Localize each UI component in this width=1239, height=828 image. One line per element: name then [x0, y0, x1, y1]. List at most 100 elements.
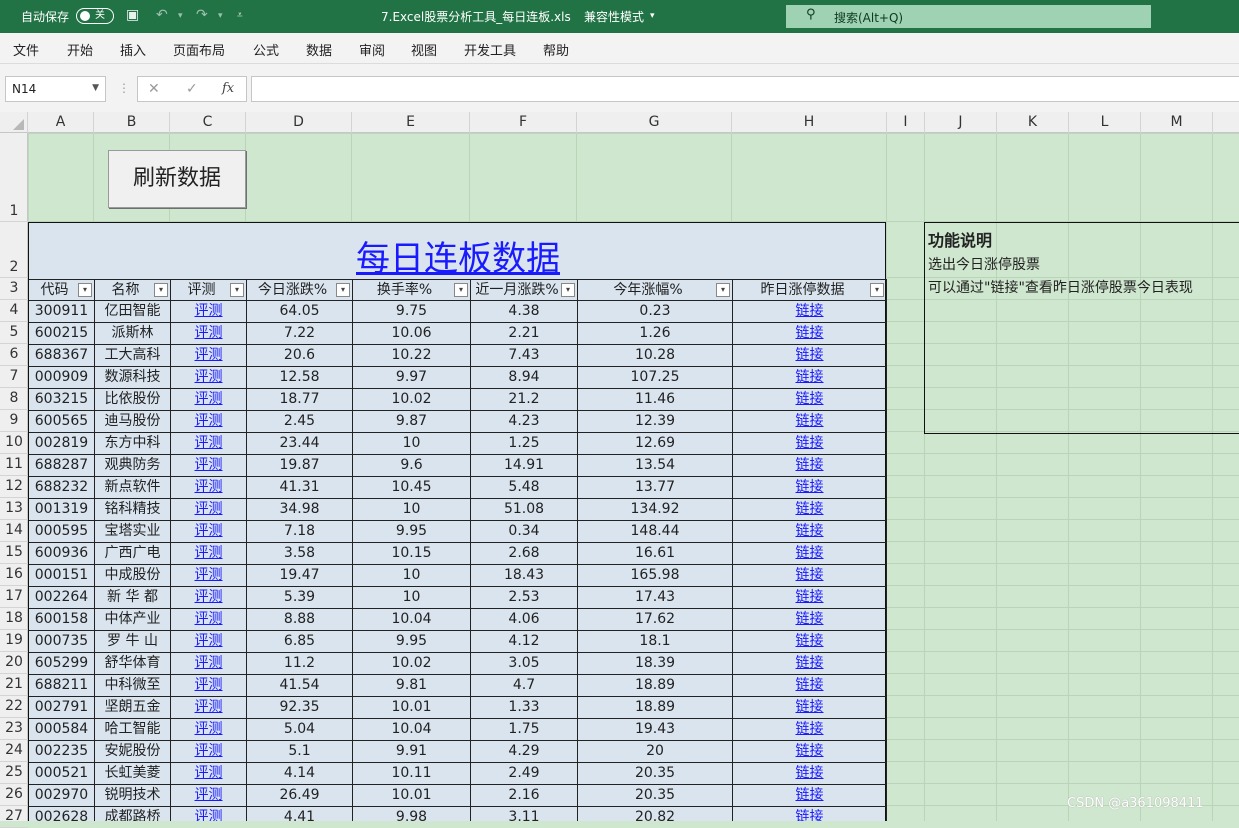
column-header-c[interactable]: C: [170, 112, 246, 133]
column-header-e[interactable]: E: [352, 112, 470, 133]
eval-link[interactable]: 评测: [195, 501, 223, 517]
row-header-4[interactable]: 4: [0, 300, 28, 322]
column-header-i[interactable]: I: [887, 112, 925, 133]
yesterday-link[interactable]: 链接: [796, 655, 824, 671]
eval-link[interactable]: 评测: [195, 765, 223, 781]
row-header-7[interactable]: 7: [0, 366, 28, 388]
menu-help[interactable]: 帮助: [543, 40, 569, 59]
row-header-20[interactable]: 20: [0, 652, 28, 674]
yesterday-link[interactable]: 链接: [796, 809, 824, 821]
eval-link[interactable]: 评测: [195, 787, 223, 803]
eval-link[interactable]: 评测: [195, 413, 223, 429]
row-header-5[interactable]: 5: [0, 322, 28, 344]
row-header-8[interactable]: 8: [0, 388, 28, 410]
eval-link[interactable]: 评测: [195, 303, 223, 319]
eval-link[interactable]: 评测: [195, 589, 223, 605]
row-header-26[interactable]: 26: [0, 784, 28, 806]
column-header-g[interactable]: G: [577, 112, 732, 133]
formula-input[interactable]: [251, 76, 1239, 102]
redo-icon[interactable]: ↷: [196, 7, 208, 23]
column-header-a[interactable]: A: [28, 112, 94, 133]
yesterday-link[interactable]: 链接: [796, 457, 824, 473]
column-header-d[interactable]: D: [246, 112, 352, 133]
menu-page-layout[interactable]: 页面布局: [173, 40, 225, 59]
eval-link[interactable]: 评测: [195, 457, 223, 473]
filter-dropdown-icon[interactable]: ▾: [561, 283, 575, 297]
compat-mode[interactable]: 兼容性模式: [584, 8, 644, 25]
customize-toolbar-icon[interactable]: ⩡: [237, 10, 243, 21]
eval-link[interactable]: 评测: [195, 325, 223, 341]
row-header-10[interactable]: 10: [0, 432, 28, 454]
menu-data[interactable]: 数据: [306, 40, 332, 59]
row-header-2[interactable]: 2: [0, 222, 28, 278]
yesterday-link[interactable]: 链接: [796, 347, 824, 363]
eval-link[interactable]: 评测: [195, 743, 223, 759]
worksheet-grid[interactable]: 刷新数据 每日连板数据 代码 ▾ 名称 ▾ 评测 ▾ 今日涨跌% ▾ 换手率% ▾ 近一月涨跌% ▾ 今…: [28, 133, 1239, 821]
row-header-15[interactable]: 15: [0, 542, 28, 564]
chevron-down-icon[interactable]: ▾: [650, 11, 655, 21]
yesterday-link[interactable]: 链接: [796, 325, 824, 341]
yesterday-link[interactable]: 链接: [796, 721, 824, 737]
eval-link[interactable]: 评测: [195, 369, 223, 385]
row-header-11[interactable]: 11: [0, 454, 28, 476]
yesterday-link[interactable]: 链接: [796, 303, 824, 319]
cancel-icon[interactable]: ✕: [148, 81, 160, 97]
table-title[interactable]: 每日连板数据: [29, 223, 887, 279]
filter-dropdown-icon[interactable]: ▾: [870, 283, 884, 297]
eval-link[interactable]: 评测: [195, 545, 223, 561]
row-header-27[interactable]: 27: [0, 806, 28, 828]
name-box[interactable]: N14 ▼: [5, 76, 106, 102]
yesterday-link[interactable]: 链接: [796, 523, 824, 539]
eval-link[interactable]: 评测: [195, 611, 223, 627]
undo-icon[interactable]: ↶: [156, 7, 168, 23]
menu-view[interactable]: 视图: [411, 40, 437, 59]
row-header-3[interactable]: 3: [0, 278, 28, 300]
menu-insert[interactable]: 插入: [120, 40, 146, 59]
row-header-22[interactable]: 22: [0, 696, 28, 718]
yesterday-link[interactable]: 链接: [796, 435, 824, 451]
autosave-toggle[interactable]: 关: [76, 8, 114, 24]
eval-link[interactable]: 评测: [195, 567, 223, 583]
row-header-24[interactable]: 24: [0, 740, 28, 762]
column-header-f[interactable]: F: [470, 112, 577, 133]
chevron-down-icon[interactable]: ▼: [92, 83, 99, 93]
insert-function-icon[interactable]: fx: [222, 81, 234, 96]
search-box[interactable]: ⚲ 搜索(Alt+Q): [786, 5, 1151, 28]
column-header-h[interactable]: H: [732, 112, 887, 133]
yesterday-link[interactable]: 链接: [796, 369, 824, 385]
yesterday-link[interactable]: 链接: [796, 545, 824, 561]
row-header-18[interactable]: 18: [0, 608, 28, 630]
menu-formulas[interactable]: 公式: [253, 40, 279, 59]
row-header-1[interactable]: 1: [0, 133, 28, 222]
yesterday-link[interactable]: 链接: [796, 501, 824, 517]
yesterday-link[interactable]: 链接: [796, 391, 824, 407]
eval-link[interactable]: 评测: [195, 699, 223, 715]
filter-dropdown-icon[interactable]: ▾: [454, 283, 468, 297]
refresh-data-button[interactable]: 刷新数据: [108, 150, 246, 208]
menu-file[interactable]: 文件: [13, 40, 39, 59]
eval-link[interactable]: 评测: [195, 809, 223, 821]
row-header-25[interactable]: 25: [0, 762, 28, 784]
row-header-17[interactable]: 17: [0, 586, 28, 608]
row-header-12[interactable]: 12: [0, 476, 28, 498]
filter-dropdown-icon[interactable]: ▾: [716, 283, 730, 297]
eval-link[interactable]: 评测: [195, 523, 223, 539]
menu-review[interactable]: 审阅: [359, 40, 385, 59]
column-header-j[interactable]: J: [925, 112, 997, 133]
yesterday-link[interactable]: 链接: [796, 677, 824, 693]
yesterday-link[interactable]: 链接: [796, 699, 824, 715]
yesterday-link[interactable]: 链接: [796, 479, 824, 495]
row-header-6[interactable]: 6: [0, 344, 28, 366]
eval-link[interactable]: 评测: [195, 721, 223, 737]
redo-dropdown-icon[interactable]: ▾: [218, 11, 223, 21]
column-header-k[interactable]: K: [997, 112, 1069, 133]
filter-dropdown-icon[interactable]: ▾: [154, 283, 168, 297]
filter-dropdown-icon[interactable]: ▾: [230, 283, 244, 297]
save-icon[interactable]: ▣: [126, 7, 139, 23]
row-header-16[interactable]: 16: [0, 564, 28, 586]
eval-link[interactable]: 评测: [195, 633, 223, 649]
row-header-19[interactable]: 19: [0, 630, 28, 652]
yesterday-link[interactable]: 链接: [796, 589, 824, 605]
eval-link[interactable]: 评测: [195, 435, 223, 451]
eval-link[interactable]: 评测: [195, 655, 223, 671]
